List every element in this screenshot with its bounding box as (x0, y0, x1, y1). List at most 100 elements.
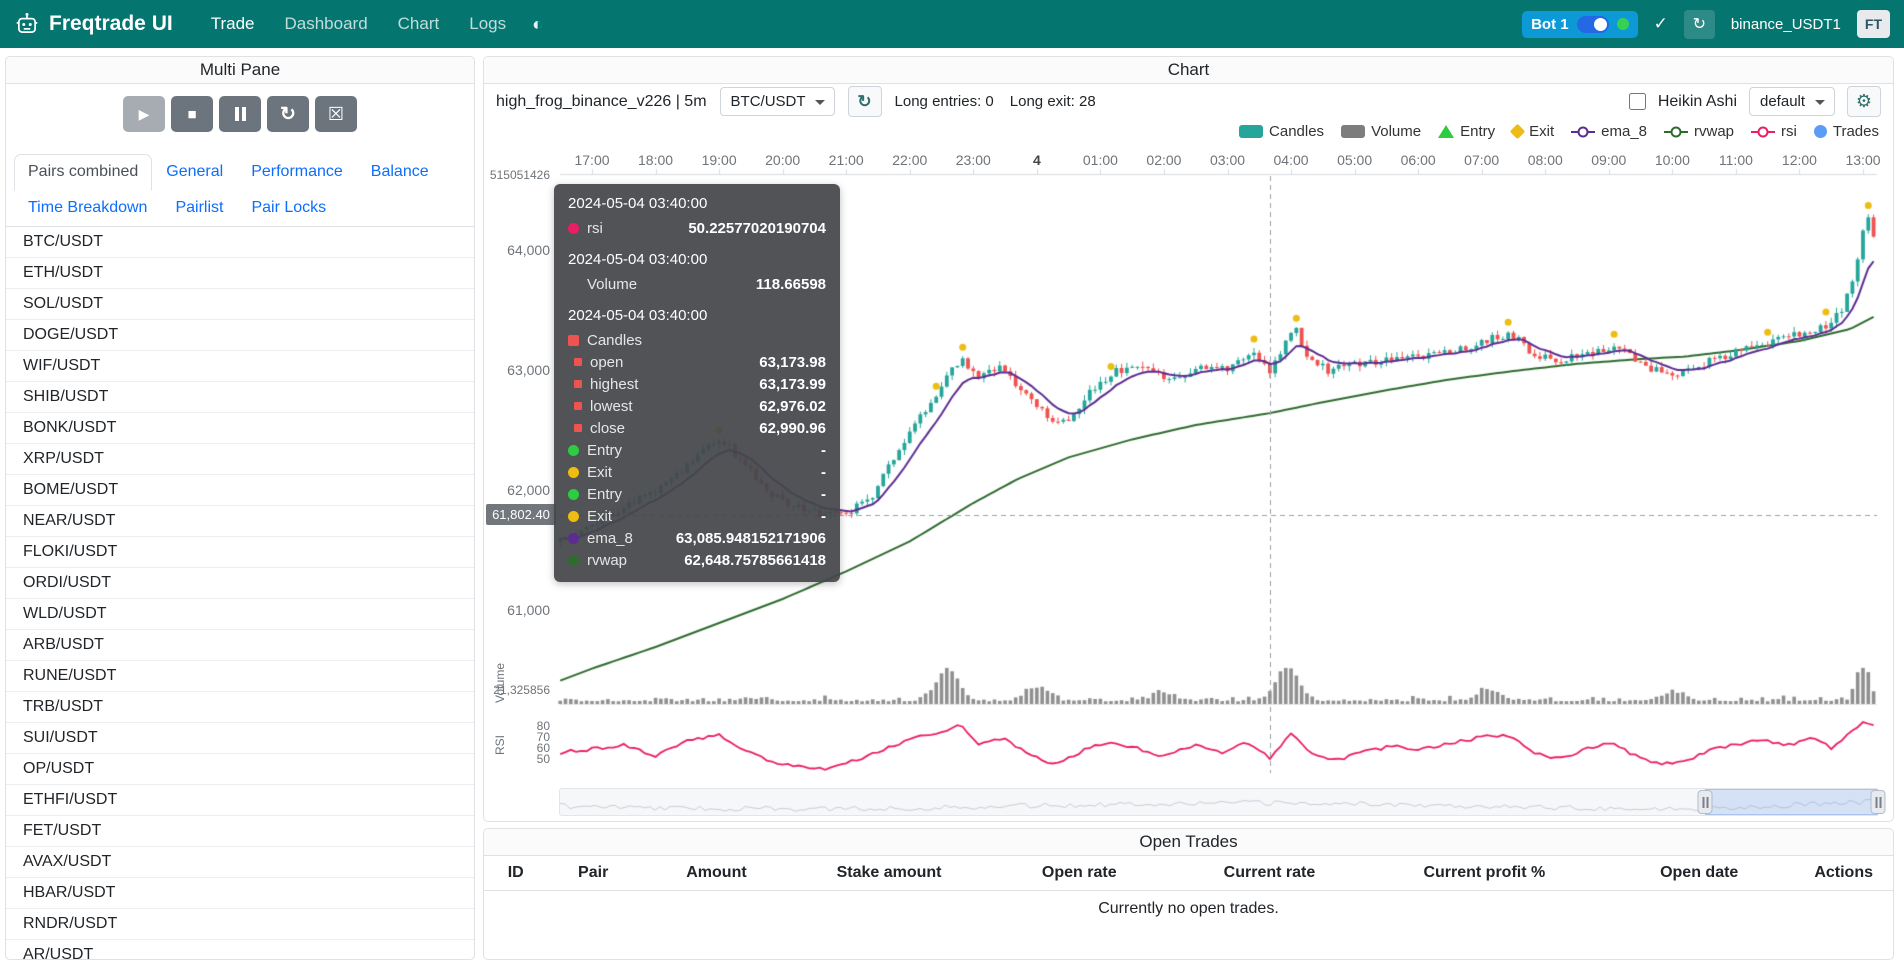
tooltip-row: rsi50.22577020190704 (568, 217, 826, 239)
reload-bot-button[interactable] (1684, 10, 1715, 39)
pair-row[interactable]: WIF/USDT (6, 351, 474, 382)
nav-item[interactable]: Trade (211, 14, 255, 34)
navigator-handle-left[interactable] (1698, 790, 1713, 814)
tab[interactable]: Pairs combined (14, 154, 152, 191)
control-icon (235, 107, 246, 121)
tooltip-series-label: Volume (587, 276, 637, 293)
legend-label: rvwap (1694, 123, 1734, 140)
tab[interactable]: Pairlist (161, 190, 237, 226)
legend-swatch-icon (1664, 131, 1688, 133)
theme-toggle-icon[interactable] (532, 14, 543, 35)
legend-item[interactable]: rvwap (1664, 123, 1734, 140)
tab[interactable]: Pair Locks (237, 190, 340, 226)
pair-row[interactable]: ORDI/USDT (6, 568, 474, 599)
control-button[interactable] (315, 96, 357, 132)
tooltip-section: 2024-05-04 03:40:00rsi50.22577020190704 (568, 195, 826, 239)
column-header: Current profit % (1365, 856, 1605, 891)
nav-item[interactable]: Dashboard (284, 14, 367, 34)
tooltip-series-label: rsi (587, 220, 603, 237)
pair-row[interactable]: NEAR/USDT (6, 506, 474, 537)
control-button[interactable] (267, 96, 309, 132)
pair-row[interactable]: AR/USDT (6, 940, 474, 960)
tab[interactable]: Performance (237, 154, 357, 190)
series-marker-icon (568, 335, 579, 346)
nav-item[interactable]: Chart (398, 14, 440, 34)
tooltip-series-label: Candles (587, 332, 642, 349)
chart-zoom-navigator[interactable] (559, 788, 1879, 816)
control-icon (139, 106, 150, 123)
pair-list: BTC/USDTETH/USDTSOL/USDTDOGE/USDTWIF/USD… (6, 227, 474, 960)
navigator-handle-right[interactable] (1871, 790, 1886, 814)
tooltip-row: rvwap62,648.75785661418 (568, 549, 826, 571)
pair-row[interactable]: AVAX/USDT (6, 847, 474, 878)
signal-stats: Long entries: 0 Long exit: 28 (895, 93, 1096, 110)
pair-row[interactable]: SUI/USDT (6, 723, 474, 754)
bot-controls (6, 84, 474, 144)
pair-row[interactable]: FET/USDT (6, 816, 474, 847)
legend-item[interactable]: Entry (1438, 123, 1495, 140)
robot-logo-icon (14, 11, 40, 37)
tab[interactable]: Balance (357, 154, 443, 190)
navigator-window[interactable] (1705, 789, 1878, 815)
tab[interactable]: Time Breakdown (14, 190, 161, 226)
avatar[interactable]: FT (1857, 10, 1890, 38)
series-marker-icon (574, 424, 582, 432)
tooltip-series-label: highest (590, 376, 638, 393)
tooltip-series-label: Exit (587, 508, 612, 525)
nav-item[interactable]: Logs (469, 14, 506, 34)
pair-row[interactable]: HBAR/USDT (6, 878, 474, 909)
control-button[interactable] (171, 96, 213, 132)
plot-config-select[interactable]: default (1749, 87, 1835, 116)
pair-row[interactable]: BONK/USDT (6, 413, 474, 444)
control-button[interactable] (123, 96, 165, 132)
bot-selector[interactable]: Bot 1 (1522, 11, 1638, 38)
pair-row[interactable]: SOL/USDT (6, 289, 474, 320)
tab[interactable]: General (152, 154, 237, 190)
pair-row[interactable]: XRP/USDT (6, 444, 474, 475)
tooltip-series-label: Entry (587, 442, 622, 459)
pair-row[interactable]: SHIB/USDT (6, 382, 474, 413)
tooltip-row: highest 63,173.99 (568, 373, 826, 395)
pair-row[interactable]: RNDR/USDT (6, 909, 474, 940)
brand[interactable]: Freqtrade UI (14, 11, 173, 37)
x-axis-label: 21:00 (829, 152, 864, 168)
legend-item[interactable]: ema_8 (1571, 123, 1647, 140)
legend-label: rsi (1781, 123, 1797, 140)
heikin-ashi-label: Heikin Ashi (1658, 93, 1737, 111)
tooltip-series-label: lowest (590, 398, 633, 415)
legend-item[interactable]: rsi (1751, 123, 1797, 140)
legend-item[interactable]: Exit (1512, 123, 1554, 140)
plot-settings-button[interactable] (1847, 86, 1881, 117)
pair-row[interactable]: BOME/USDT (6, 475, 474, 506)
column-header: Open date (1604, 856, 1794, 891)
pair-row[interactable]: RUNE/USDT (6, 661, 474, 692)
pair-row[interactable]: BTC/USDT (6, 227, 474, 258)
pair-row[interactable]: FLOKI/USDT (6, 537, 474, 568)
tooltip-series-value: 62,648.75785661418 (684, 552, 826, 569)
navbar-right: Bot 1 binance_USDT1 FT (1522, 10, 1890, 39)
pair-row[interactable]: OP/USDT (6, 754, 474, 785)
legend-item[interactable]: Trades (1814, 123, 1879, 140)
column-header: Pair (547, 856, 639, 891)
refresh-chart-button[interactable] (848, 86, 882, 117)
heikin-ashi-checkbox[interactable] (1629, 93, 1646, 110)
pair-row[interactable]: ETHFI/USDT (6, 785, 474, 816)
tooltip-row: close62,990.96 (568, 417, 826, 439)
pair-row[interactable]: WLD/USDT (6, 599, 474, 630)
tooltip-timestamp: 2024-05-04 03:40:00 (568, 307, 826, 324)
legend-item[interactable]: Volume (1341, 123, 1421, 140)
pair-row[interactable]: ARB/USDT (6, 630, 474, 661)
pair-row[interactable]: DOGE/USDT (6, 320, 474, 351)
series-marker-icon (568, 489, 579, 500)
bot-toggle[interactable] (1577, 16, 1609, 33)
pair-select[interactable]: BTC/USDT (720, 87, 835, 116)
plot-config-select-wrap: default (1749, 87, 1835, 116)
pair-row[interactable]: TRB/USDT (6, 692, 474, 723)
control-button[interactable] (219, 96, 261, 132)
price-tick-label: 62,000 (484, 482, 554, 499)
tooltip-series-value: 63,173.99 (759, 376, 826, 393)
legend-swatch-icon (1341, 125, 1365, 138)
legend-item[interactable]: Candles (1239, 123, 1324, 140)
x-axis-label: 4 (1033, 152, 1041, 168)
pair-row[interactable]: ETH/USDT (6, 258, 474, 289)
